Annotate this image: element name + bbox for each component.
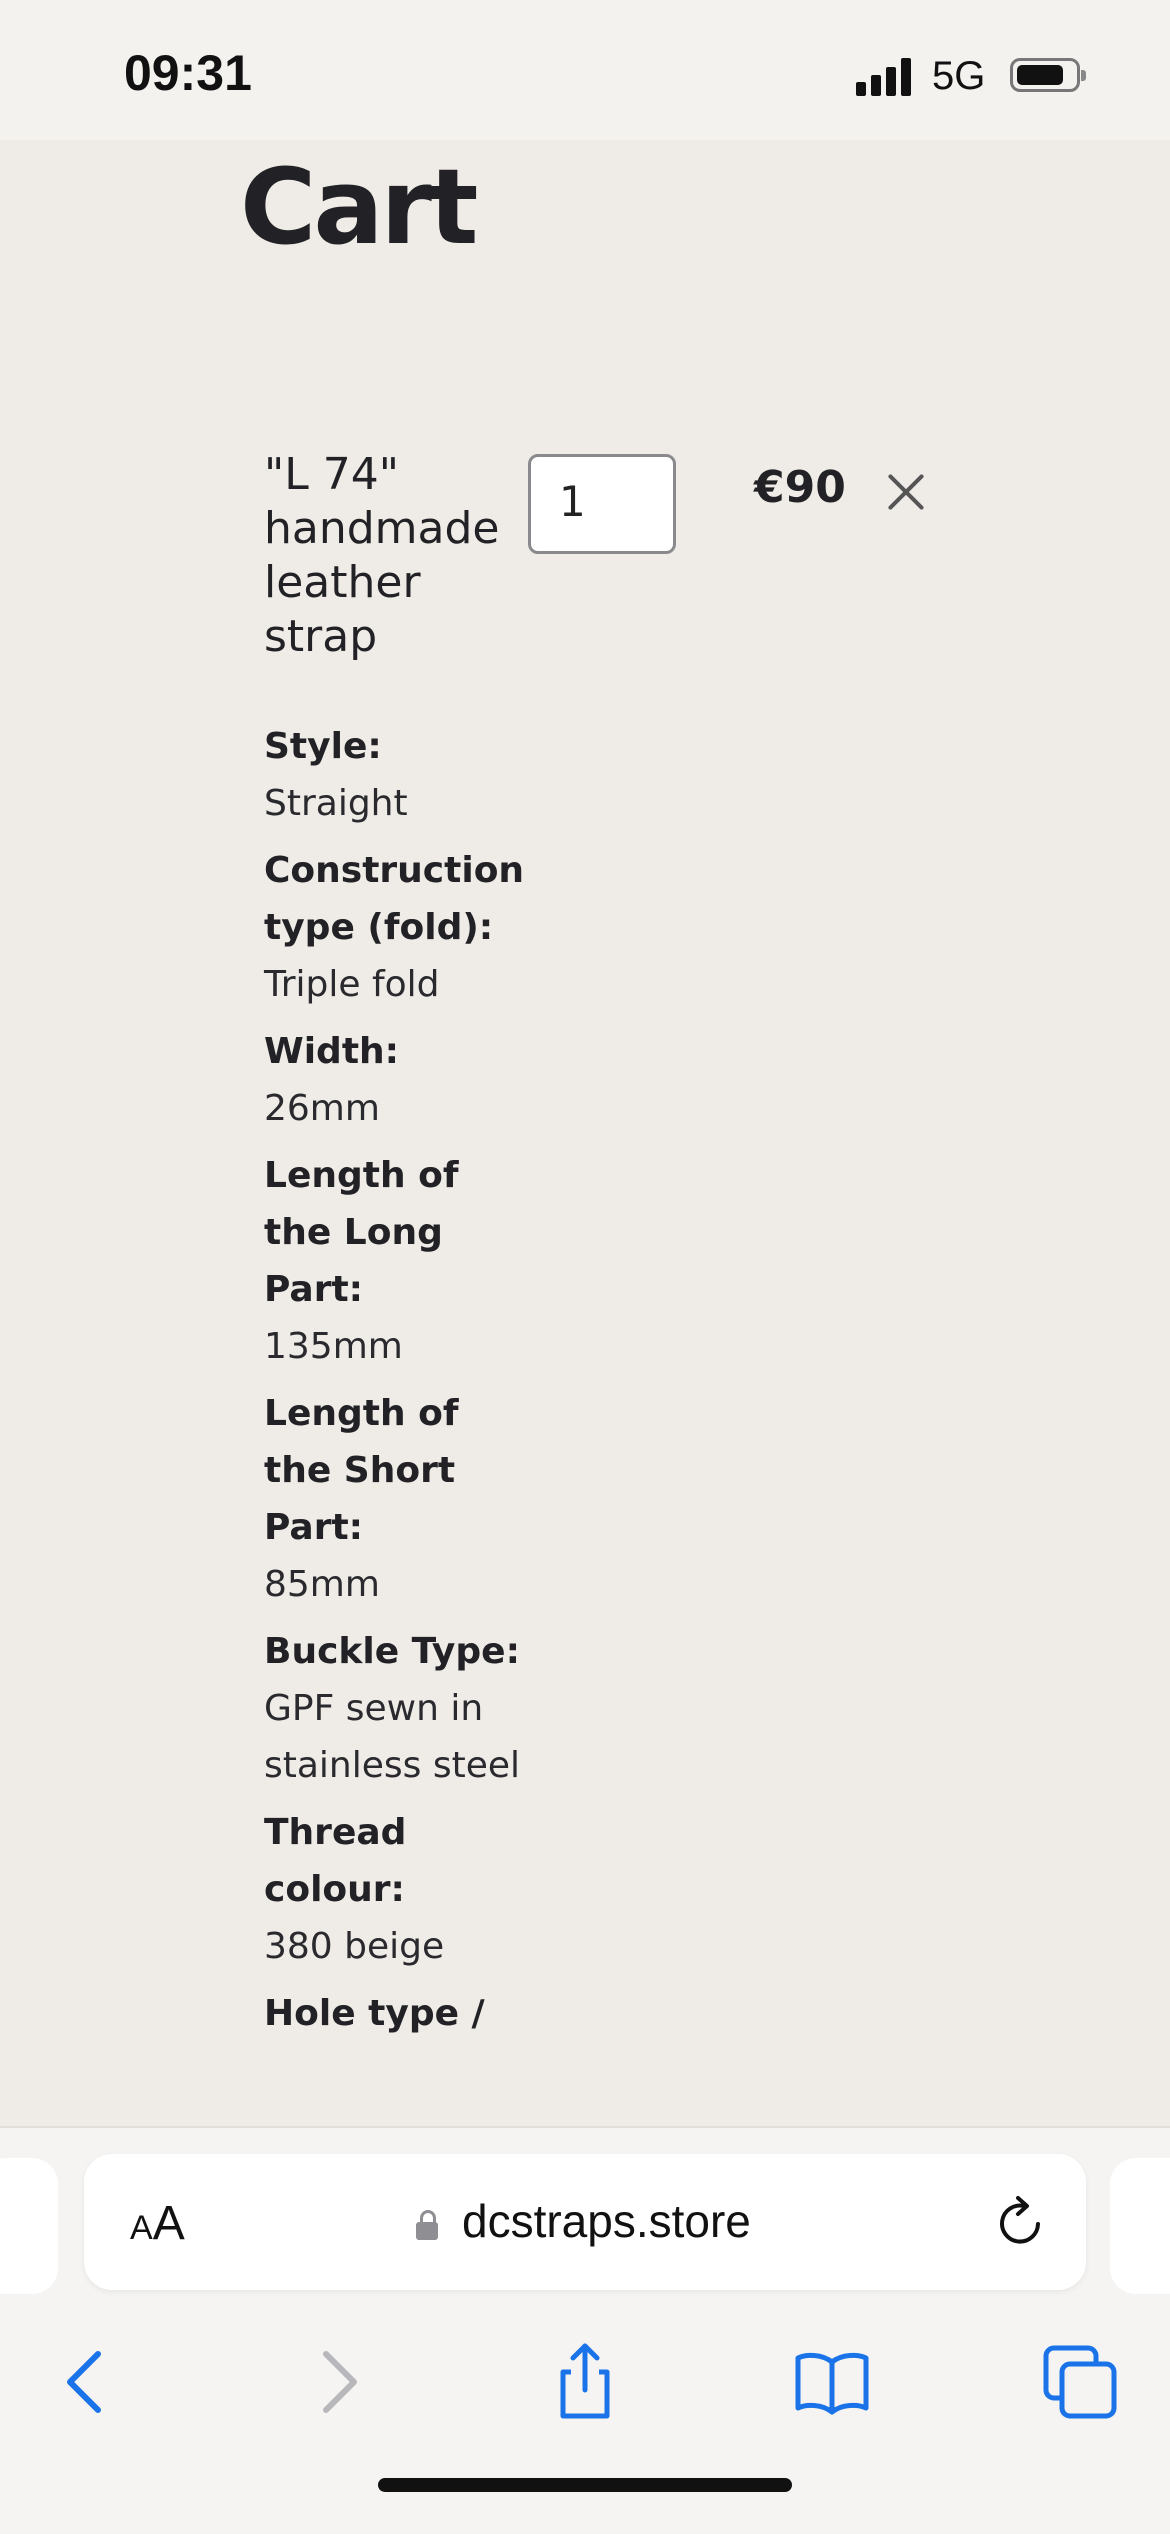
option-value: 135mm — [264, 1326, 403, 1367]
option-value: 380 beige — [264, 1926, 445, 1967]
lock-icon — [416, 2210, 438, 2240]
text-size-button[interactable]: AA — [130, 2196, 185, 2251]
forward-icon[interactable] — [298, 2342, 378, 2422]
option-label: Style: — [264, 726, 382, 767]
option-value: 26mm — [264, 1088, 380, 1129]
option-value: 85mm — [264, 1564, 380, 1605]
address-bar[interactable]: AA dcstraps.store — [84, 2154, 1086, 2290]
option-label: Length of the Short Part: — [264, 1393, 459, 1548]
cart-item-price: €90 — [754, 462, 846, 513]
next-tab-card[interactable] — [1110, 2158, 1170, 2294]
quantity-input[interactable]: 1 — [528, 454, 676, 554]
url-text[interactable]: dcstraps.store — [462, 2194, 751, 2248]
option-label: Width: — [264, 1031, 400, 1072]
home-indicator — [378, 2478, 792, 2492]
option-value: Straight — [264, 783, 408, 824]
cart-item-name[interactable]: "L 74" handmade leather strap — [264, 448, 514, 664]
option-label: Construction type (fold): — [264, 850, 525, 948]
status-time: 09:31 — [124, 45, 252, 101]
previous-tab-card[interactable] — [0, 2158, 58, 2294]
signal-icon — [856, 58, 914, 96]
page-title: Cart — [240, 146, 479, 268]
network-label: 5G — [932, 54, 986, 98]
tabs-icon[interactable] — [1040, 2342, 1120, 2422]
option-value: GPF sewn in stainless steel — [264, 1688, 521, 1786]
option-value: Triple fold — [264, 964, 440, 1005]
option-label: Thread colour: — [264, 1812, 407, 1910]
option-label: Buckle Type: — [264, 1631, 520, 1672]
browser-toolbar — [0, 2324, 1170, 2464]
item-options: Style: Straight Construction type (fold)… — [264, 718, 524, 2052]
battery-icon — [1010, 58, 1086, 92]
back-icon[interactable] — [46, 2342, 126, 2422]
share-icon[interactable] — [545, 2342, 625, 2422]
browser-chrome: AA dcstraps.store — [0, 2126, 1170, 2534]
bookmarks-icon[interactable] — [792, 2342, 872, 2422]
remove-icon[interactable] — [884, 470, 928, 514]
reload-icon[interactable] — [994, 2194, 1048, 2250]
option-label: Hole type / — [264, 1993, 485, 2034]
status-bar: 09:31 5G — [0, 0, 1170, 140]
option-label: Length of the Long Part: — [264, 1155, 459, 1310]
